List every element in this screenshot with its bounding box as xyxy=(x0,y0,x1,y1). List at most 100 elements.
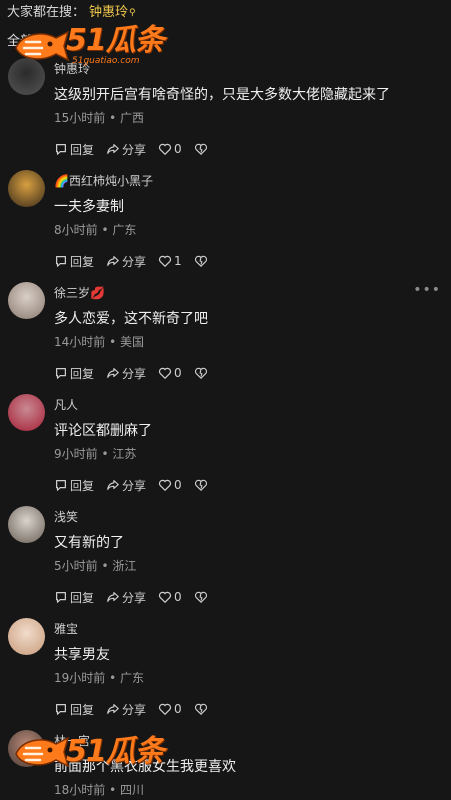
comment-location: 江苏 xyxy=(112,447,137,461)
comment-time: 14小时前 xyxy=(54,335,106,349)
avatar[interactable] xyxy=(8,170,45,207)
share-icon xyxy=(107,704,119,714)
comment-text: 共享男友 xyxy=(54,647,110,663)
comment-username[interactable]: 钟惠玲 xyxy=(54,60,90,77)
comment-text: 一夫多妻制 xyxy=(54,199,124,215)
reply-button[interactable]: 回复 xyxy=(54,253,94,270)
share-button[interactable]: 分享 xyxy=(106,141,146,158)
dislike-button[interactable] xyxy=(194,254,210,268)
tab-all-comments[interactable]: 全部 xyxy=(7,30,33,49)
share-button[interactable]: 分享 xyxy=(106,253,146,270)
search-icon: ⚲ xyxy=(129,8,136,18)
reply-label: 回复 xyxy=(70,142,95,157)
comment-meta: 14小时前 • 美国 xyxy=(54,335,145,349)
reply-button[interactable]: 回复 xyxy=(54,701,94,718)
heart-icon xyxy=(158,591,172,604)
like-button[interactable]: 1 xyxy=(158,254,182,268)
reply-button[interactable]: 回复 xyxy=(54,477,94,494)
dislike-heart-icon xyxy=(194,703,207,716)
reply-icon xyxy=(56,256,66,267)
like-count: 1 xyxy=(174,254,182,268)
reply-icon xyxy=(56,592,66,603)
comment-time: 8小时前 xyxy=(54,223,98,237)
comment-meta: 18小时前 • 四川 xyxy=(54,783,145,797)
share-label: 分享 xyxy=(122,478,147,493)
like-count: 0 xyxy=(174,142,182,156)
avatar[interactable] xyxy=(8,618,45,655)
share-label: 分享 xyxy=(122,254,147,269)
share-icon xyxy=(107,480,119,490)
comment-actions: 回复 分享 0 xyxy=(54,700,222,718)
comment-username[interactable]: 徐三岁💋 xyxy=(54,284,105,301)
comment-meta: 5小时前 • 浙江 xyxy=(54,559,137,573)
comment-text: 又有新的了 xyxy=(54,535,124,551)
more-options-icon[interactable]: ••• xyxy=(413,282,441,298)
dislike-button[interactable] xyxy=(194,366,210,380)
reply-button[interactable]: 回复 xyxy=(54,141,94,158)
reply-icon xyxy=(56,704,66,715)
heart-icon xyxy=(158,143,172,156)
comment-meta: 9小时前 • 江苏 xyxy=(54,447,137,461)
comment-username[interactable]: 🌈西红柿炖小黑子 xyxy=(54,172,153,189)
reply-label: 回复 xyxy=(70,590,95,605)
comment-actions: 回复 分享 0 xyxy=(54,588,222,606)
search-prefix: 大家都在搜： xyxy=(7,5,86,20)
comment-text: 评论区都删麻了 xyxy=(54,423,152,439)
like-button[interactable]: 0 xyxy=(158,590,182,604)
comment-time: 5小时前 xyxy=(54,559,98,573)
share-label: 分享 xyxy=(122,142,147,157)
reply-button[interactable]: 回复 xyxy=(54,365,94,382)
like-button[interactable]: 0 xyxy=(158,702,182,716)
avatar[interactable] xyxy=(8,506,45,543)
reply-label: 回复 xyxy=(70,254,95,269)
like-button[interactable]: 0 xyxy=(158,478,182,492)
comment-username[interactable]: 凡人 xyxy=(54,396,78,413)
comment-actions: 回复 分享 0 xyxy=(54,140,222,158)
comment-time: 15小时前 xyxy=(54,111,106,125)
reply-icon xyxy=(56,480,66,491)
dislike-button[interactable] xyxy=(194,142,210,156)
like-button[interactable]: 0 xyxy=(158,366,182,380)
share-button[interactable]: 分享 xyxy=(106,477,146,494)
dislike-button[interactable] xyxy=(194,702,210,716)
comment-text: 这级别开后宫有啥奇怪的，只是大多数大佬隐藏起来了 xyxy=(54,87,390,103)
share-button[interactable]: 分享 xyxy=(106,701,146,718)
share-button[interactable]: 分享 xyxy=(106,365,146,382)
share-icon xyxy=(107,368,119,378)
reply-button[interactable]: 回复 xyxy=(54,589,94,606)
heart-icon xyxy=(158,479,172,492)
comment-time: 18小时前 xyxy=(54,783,106,797)
like-button[interactable]: 0 xyxy=(158,142,182,156)
dislike-heart-icon xyxy=(194,143,207,156)
search-suggestion-bar[interactable]: 大家都在搜： 钟惠玲⚲ xyxy=(7,4,136,22)
dislike-button[interactable] xyxy=(194,590,210,604)
dislike-heart-icon xyxy=(194,479,207,492)
comment-location: 美国 xyxy=(120,335,145,349)
avatar[interactable] xyxy=(8,282,45,319)
reply-icon xyxy=(56,144,66,155)
comment-meta: 19小时前 • 广东 xyxy=(54,671,145,685)
avatar[interactable] xyxy=(8,58,45,95)
comment-username[interactable]: 林一宫 xyxy=(54,732,90,749)
dislike-heart-icon xyxy=(194,367,207,380)
comment-username[interactable]: 浅笑 xyxy=(54,508,78,525)
like-count: 0 xyxy=(174,702,182,716)
heart-icon xyxy=(158,367,172,380)
avatar[interactable] xyxy=(8,730,45,767)
share-label: 分享 xyxy=(122,702,147,717)
search-keyword-link[interactable]: 钟惠玲 xyxy=(89,5,128,20)
share-label: 分享 xyxy=(122,590,147,605)
comment-username[interactable]: 雅宝 xyxy=(54,620,78,637)
share-button[interactable]: 分享 xyxy=(106,589,146,606)
like-count: 0 xyxy=(174,590,182,604)
comment-actions: 回复 分享 1 xyxy=(54,252,222,270)
reply-icon xyxy=(56,368,66,379)
share-label: 分享 xyxy=(122,366,147,381)
dislike-button[interactable] xyxy=(194,478,210,492)
avatar[interactable] xyxy=(8,394,45,431)
comment-location: 浙江 xyxy=(112,559,137,573)
comment-location: 广东 xyxy=(112,223,137,237)
dislike-heart-icon xyxy=(194,255,207,268)
reply-label: 回复 xyxy=(70,366,95,381)
reply-label: 回复 xyxy=(70,702,95,717)
